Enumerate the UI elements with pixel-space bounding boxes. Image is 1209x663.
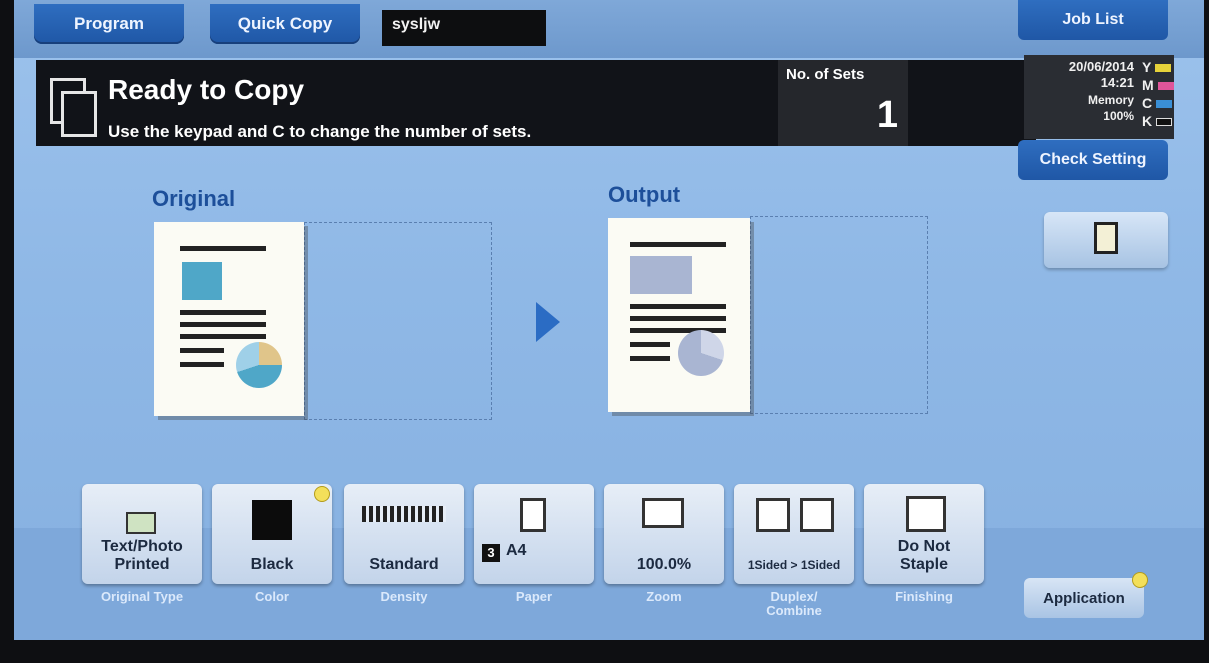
density-button[interactable]: Standard xyxy=(344,484,464,584)
program-tab[interactable]: Program xyxy=(34,4,184,44)
number-of-sets-box: No. of Sets 1 xyxy=(778,60,908,146)
original-label: Original xyxy=(152,186,236,211)
finishing-value: Do Not Staple xyxy=(897,538,951,573)
status-info-panel: 20/06/2014 14:21 Memory 100% Y M C K xyxy=(1024,55,1174,139)
original-preview xyxy=(154,222,304,416)
duplex-button[interactable]: 1Sided > 1Sided xyxy=(734,484,854,584)
copier-screen: Program Quick Copy sysljw Job List Ready… xyxy=(14,0,1204,640)
finishing-button[interactable]: Do Not Staple xyxy=(864,484,984,584)
original-type-button[interactable]: Text/Photo Printed xyxy=(82,484,202,584)
pie-chart-icon xyxy=(678,330,724,376)
output-label: Output xyxy=(608,182,681,207)
original-type-value: Text/Photo Printed xyxy=(101,538,183,573)
check-setting-label: Check Setting xyxy=(1039,151,1147,168)
quick-copy-tab-label: Quick Copy xyxy=(237,14,333,33)
program-tab-label: Program xyxy=(74,14,144,33)
page-view-button[interactable] xyxy=(1044,212,1168,268)
book-icon xyxy=(126,512,156,534)
status-message: Use the keypad and C to change the numbe… xyxy=(108,122,532,141)
duplex-target-icon xyxy=(800,498,834,532)
duplex-caption: Duplex/ Combine xyxy=(766,589,822,618)
zoom-icon xyxy=(642,498,684,528)
color-indicator-dot xyxy=(314,486,330,502)
image-thumbnail-icon xyxy=(630,256,692,294)
density-caption: Density xyxy=(380,589,428,604)
application-label: Application xyxy=(1043,589,1125,607)
black-swatch-icon xyxy=(252,500,292,540)
finishing-caption: Finishing xyxy=(895,589,953,604)
toner-magenta: M xyxy=(1142,77,1182,93)
sets-label: No. of Sets xyxy=(786,66,865,83)
job-list-label: Job List xyxy=(1062,11,1124,28)
duplex-source-icon xyxy=(756,498,790,532)
color-button[interactable]: Black xyxy=(212,484,332,584)
paper-value: A4 xyxy=(506,542,527,559)
pie-chart-icon xyxy=(236,342,282,388)
toner-cyan: C xyxy=(1142,95,1182,111)
memory-label: Memory xyxy=(1087,93,1134,107)
quick-copy-tab[interactable]: Quick Copy xyxy=(210,4,360,44)
image-thumbnail-icon xyxy=(182,262,222,300)
density-scale-icon xyxy=(362,506,446,522)
page-icon xyxy=(1094,222,1118,254)
zoom-caption: Zoom xyxy=(646,589,682,604)
output-area-outline xyxy=(750,216,928,414)
date-display: 20/06/2014 xyxy=(1068,59,1134,74)
color-caption: Color xyxy=(255,589,289,604)
zoom-value: 100.0% xyxy=(636,556,692,573)
time-display: 14:21 xyxy=(1100,75,1134,90)
application-button[interactable]: Application xyxy=(1024,578,1144,618)
user-name-box: sysljw xyxy=(382,10,546,46)
tray-number: 3 xyxy=(482,544,500,562)
color-value: Black xyxy=(250,556,294,573)
staple-icon xyxy=(906,496,946,532)
duplex-value: 1Sided > 1Sided xyxy=(747,558,841,572)
toner-yellow: Y xyxy=(1142,59,1182,75)
paper-sheet-icon xyxy=(520,498,546,532)
user-name: sysljw xyxy=(392,16,441,33)
status-title: Ready to Copy xyxy=(108,74,305,105)
zoom-button[interactable]: 100.0% xyxy=(604,484,724,584)
paper-button[interactable]: 3 A4 xyxy=(474,484,594,584)
sets-value: 1 xyxy=(876,94,898,136)
check-setting-button[interactable]: Check Setting xyxy=(1018,140,1168,180)
job-list-button[interactable]: Job List xyxy=(1018,0,1168,40)
status-bar: Ready to Copy Use the keypad and C to ch… xyxy=(36,60,1036,146)
copy-document-icon xyxy=(50,78,97,138)
density-value: Standard xyxy=(369,556,439,573)
output-preview xyxy=(608,218,750,412)
paper-caption: Paper xyxy=(515,589,553,604)
copy-direction-arrow-icon xyxy=(536,302,560,342)
original-type-caption: Original Type xyxy=(100,589,184,604)
application-indicator-dot xyxy=(1132,572,1148,588)
toner-black: K xyxy=(1142,113,1182,129)
original-area-outline xyxy=(304,222,492,420)
memory-percent: 100% xyxy=(1103,109,1134,123)
